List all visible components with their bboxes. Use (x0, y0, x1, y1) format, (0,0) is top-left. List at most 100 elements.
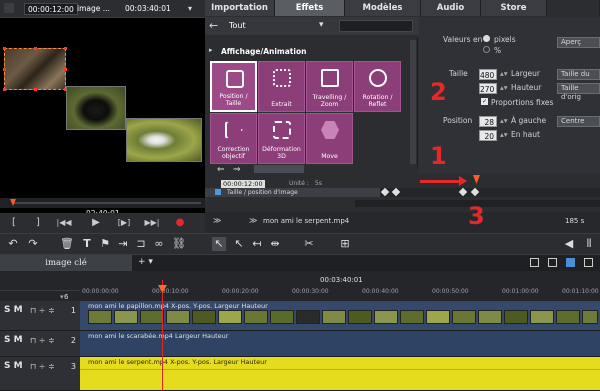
lock-icon[interactable]: ⊓ ÷ ≑ (30, 306, 55, 315)
effect-correction-objectif[interactable]: Correction objectif (210, 113, 257, 164)
delete-icon[interactable]: 🗑 (60, 237, 74, 251)
top-input[interactable]: 20 (479, 130, 497, 141)
track-1-clip[interactable]: mon ami le papillon.mp4 X-pos. Y-pos. La… (80, 301, 600, 331)
resize-handle[interactable] (34, 47, 37, 50)
volume-icon[interactable]: ◀ (562, 237, 576, 251)
radio-pixels[interactable] (483, 35, 490, 42)
expand-panel-icon[interactable]: ≫ (249, 216, 257, 225)
resize-handle[interactable] (34, 88, 37, 91)
stepper-icon[interactable]: ▴▾ (500, 69, 508, 78)
keyframe-marker[interactable] (391, 187, 401, 197)
unlink-icon[interactable]: ⛓ (172, 237, 186, 251)
width-input[interactable]: 480 (479, 69, 497, 80)
tab-store[interactable]: Store (481, 0, 547, 16)
search-input[interactable] (339, 20, 413, 32)
stepper-icon[interactable]: ▴▾ (500, 130, 508, 139)
keyframe-timecode[interactable]: 00:00:12:00 (221, 180, 265, 188)
link-icon[interactable]: ∞ (152, 237, 166, 251)
lock-icon[interactable]: ⊓ ÷ ≑ (30, 336, 55, 345)
tab-audio[interactable]: Audio (421, 0, 481, 16)
pointer-icon[interactable]: ↖ (212, 237, 226, 251)
track-header-3[interactable]: S M ⊓ ÷ ≑ 3 (0, 357, 80, 391)
resize-handle[interactable] (3, 68, 6, 71)
track-expand-icon[interactable] (215, 189, 221, 195)
pointer-single-icon[interactable]: ↤ (250, 237, 264, 251)
keyframe-lane[interactable] (380, 175, 600, 197)
preview-button[interactable]: Aperç (557, 37, 600, 48)
track-2-clip[interactable]: mon ami le scarabée.mp4 Largeur Hauteur (80, 331, 600, 357)
effects-scrollbar[interactable] (410, 40, 416, 164)
pointer-range-icon[interactable]: ↖ (232, 237, 246, 251)
track-header-2[interactable]: S M ⊓ ÷ ≑ 2 (0, 331, 80, 357)
effect-extrait[interactable]: Extrait (258, 61, 305, 112)
insert-icon[interactable]: ⊞ (338, 237, 352, 251)
lock-icon[interactable]: ⊓ ÷ ≑ (30, 362, 55, 371)
collapse-panel-icon[interactable]: ≫ (213, 216, 221, 225)
category-select[interactable]: Tout (229, 21, 246, 30)
solo-mute-buttons[interactable]: S M (4, 305, 23, 315)
current-timecode[interactable]: 00:00:12:00 (24, 3, 78, 15)
mixer-icon[interactable]: ⫴ (582, 237, 596, 251)
collapse-icon[interactable]: ▸ (209, 46, 213, 54)
effect-travelling-zoom[interactable]: Travelling / Zoom (306, 61, 353, 112)
original-width-button[interactable]: Taille du (557, 69, 600, 80)
beetle-clip-thumbnail[interactable] (66, 86, 126, 130)
stepper-icon[interactable]: ▴▾ (500, 83, 508, 92)
timeline-playhead[interactable] (162, 280, 163, 391)
view-mode-icon[interactable] (530, 258, 539, 267)
tab-modeles[interactable]: Modèles (345, 0, 421, 16)
arrow-left-icon[interactable]: ← (209, 19, 218, 32)
track-header-1[interactable]: S M ⊓ ÷ ≑ 1 (0, 301, 80, 331)
play-button[interactable]: ▶ (88, 216, 104, 230)
chevron-down-icon[interactable]: ▾ (319, 20, 324, 30)
menu-chevron-icon[interactable]: ▾ (188, 4, 192, 13)
tab-effets[interactable]: Effets (275, 0, 345, 16)
monitor-icon[interactable] (4, 3, 14, 13)
effect-rotation-reflet[interactable]: Rotation / Reflet (354, 61, 401, 112)
resize-handle[interactable] (3, 88, 6, 91)
proportions-checkbox[interactable]: ✓ (481, 98, 488, 105)
preview-scrubber[interactable] (0, 198, 205, 208)
flag-icon[interactable]: ⚑ (98, 237, 112, 251)
add-project-button[interactable]: + ▾ (138, 257, 153, 267)
keyframe-marker[interactable] (470, 187, 480, 197)
play-range-button[interactable]: [▶] (116, 216, 132, 230)
height-input[interactable]: 270 (479, 83, 497, 94)
timeline-view-icon[interactable] (566, 258, 575, 267)
record-button[interactable]: ● (172, 216, 188, 230)
split-icon[interactable]: ⇥ (116, 237, 130, 251)
resize-handle[interactable] (3, 47, 6, 50)
keyframe-track-header[interactable]: Taille / position d'image (205, 188, 380, 197)
unit-value[interactable]: 5s (315, 180, 322, 187)
center-button[interactable]: Centre (557, 116, 600, 127)
keyframe-marker[interactable] (380, 187, 390, 197)
forward-arrow-icon[interactable]: ⇒ (233, 165, 241, 175)
solo-mute-buttons[interactable]: S M (4, 361, 23, 371)
mark-out-button[interactable]: ] (30, 216, 46, 230)
track-options-icon[interactable]: ▾ (60, 293, 64, 301)
next-marker-button[interactable]: ▶▶| (144, 216, 160, 230)
resize-handle[interactable] (64, 68, 67, 71)
back-arrow-icon[interactable]: ⇐ (217, 165, 225, 175)
original-size-button[interactable]: Taille d'orig (557, 83, 600, 101)
stepper-icon[interactable]: ▴▾ (500, 116, 508, 125)
left-input[interactable]: 28 (479, 116, 497, 127)
keyframe-tools[interactable] (254, 165, 304, 173)
text-icon[interactable]: T (80, 237, 94, 251)
effect-deformation-3d[interactable]: Déformation 3D (258, 113, 305, 164)
redo-icon[interactable]: ↷ (26, 237, 40, 251)
tab-importation[interactable]: Importation (205, 0, 275, 16)
resize-handle[interactable] (64, 47, 67, 50)
view-mode-icon[interactable] (548, 258, 557, 267)
pointer-move-icon[interactable]: ⇹ (268, 237, 282, 251)
project-tab-image-cle[interactable]: image clé (0, 255, 132, 271)
butterfly-clip-thumbnail[interactable] (126, 118, 202, 162)
cut-icon[interactable]: ✂ (302, 237, 316, 251)
track-3-clip[interactable]: mon ami le serpent.mp4 X-pos. Y-pos. Lar… (80, 357, 600, 391)
effect-move[interactable]: Move (306, 113, 353, 164)
mark-in-button[interactable]: [ (6, 216, 22, 230)
solo-mute-buttons[interactable]: S M (4, 335, 23, 345)
view-mode-icon[interactable] (584, 258, 593, 267)
radio-percent[interactable] (483, 46, 490, 53)
keyframe-marker[interactable] (458, 187, 468, 197)
